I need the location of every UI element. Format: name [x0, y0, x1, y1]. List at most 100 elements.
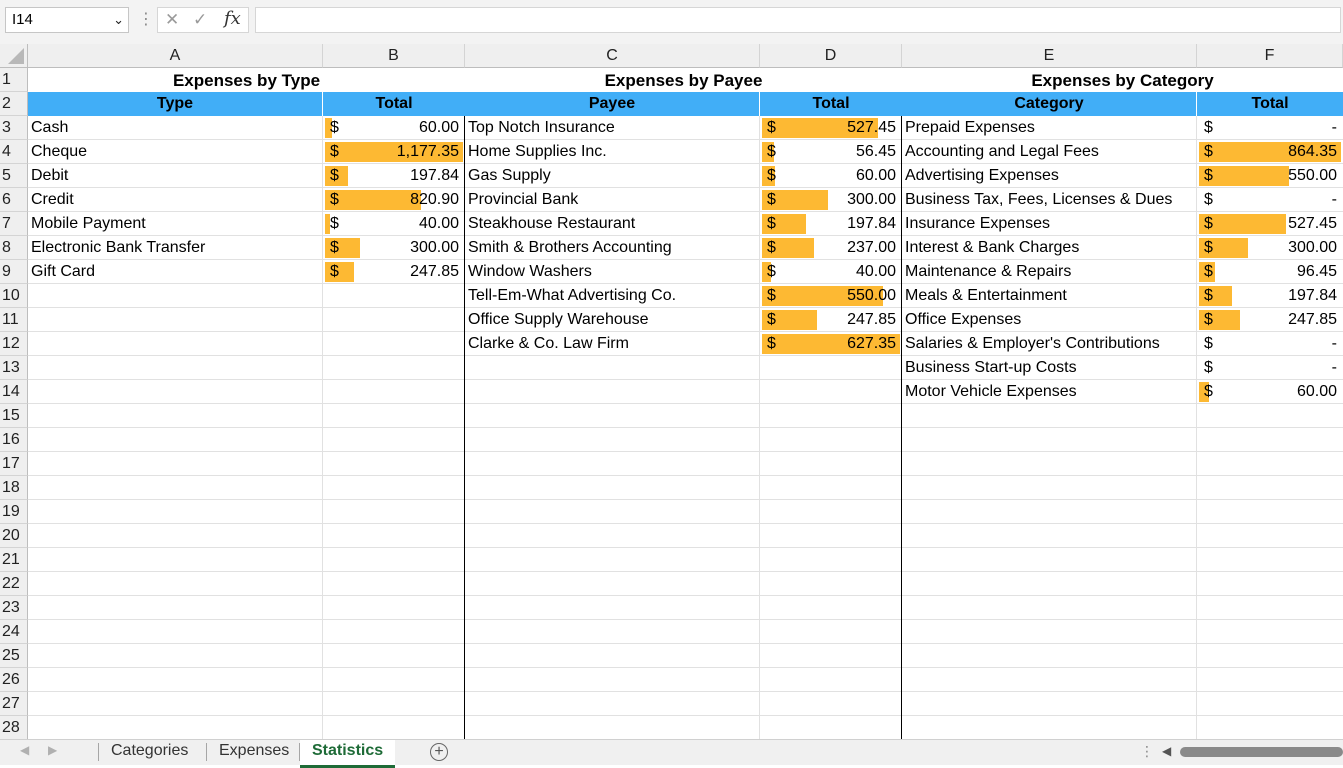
payee-cell[interactable]: Smith & Brothers Accounting	[465, 236, 760, 260]
total-cell[interactable]: $40.00	[760, 260, 902, 284]
chevron-down-icon[interactable]: ⌄	[113, 8, 124, 32]
insert-function-icon[interactable]: fx	[224, 8, 241, 29]
total-cell[interactable]: $60.00	[1197, 380, 1343, 404]
column-header-c[interactable]: C	[465, 44, 760, 68]
total-cell[interactable]: $197.84	[760, 212, 902, 236]
tab-expenses[interactable]: Expenses	[207, 740, 301, 765]
row-header-25[interactable]: 25	[0, 644, 28, 668]
column-header-b[interactable]: B	[323, 44, 465, 68]
column-header-f[interactable]: F	[1197, 44, 1343, 68]
row-header-23[interactable]: 23	[0, 596, 28, 620]
category-cell[interactable]: Prepaid Expenses	[902, 116, 1197, 140]
total-cell[interactable]: $ -	[1197, 116, 1343, 140]
total-cell[interactable]: $237.00	[760, 236, 902, 260]
row-header-18[interactable]: 18	[0, 476, 28, 500]
select-all-button[interactable]	[0, 44, 28, 68]
category-cell[interactable]: Motor Vehicle Expenses	[902, 380, 1197, 404]
type-cell[interactable]: Mobile Payment	[28, 212, 323, 236]
total-cell[interactable]: $247.85	[1197, 308, 1343, 332]
category-cell[interactable]: Salaries & Employer's Contributions	[902, 332, 1197, 356]
total-cell[interactable]: $60.00	[760, 164, 902, 188]
row-header-5[interactable]: 5	[0, 164, 28, 188]
row-header-13[interactable]: 13	[0, 356, 28, 380]
scroll-left-icon[interactable]: ◀	[1162, 744, 1171, 758]
row-header-1[interactable]: 1	[0, 68, 28, 92]
row-header-16[interactable]: 16	[0, 428, 28, 452]
row-header-4[interactable]: 4	[0, 140, 28, 164]
row-header-26[interactable]: 26	[0, 668, 28, 692]
total-cell[interactable]: $96.45	[1197, 260, 1343, 284]
total-cell[interactable]: $60.00	[323, 116, 465, 140]
row-header-14[interactable]: 14	[0, 380, 28, 404]
formula-input[interactable]	[255, 7, 1341, 33]
total-cell[interactable]: $300.00	[1197, 236, 1343, 260]
tab-statistics[interactable]: Statistics	[300, 740, 396, 768]
payee-cell[interactable]: Provincial Bank	[465, 188, 760, 212]
category-cell[interactable]: Insurance Expenses	[902, 212, 1197, 236]
scrollbar-splitter-icon[interactable]: ⋮	[1140, 743, 1154, 760]
payee-cell[interactable]: Gas Supply	[465, 164, 760, 188]
row-header-20[interactable]: 20	[0, 524, 28, 548]
total-cell[interactable]: $197.84	[323, 164, 465, 188]
column-header-d[interactable]: D	[760, 44, 902, 68]
total-cell[interactable]: $247.85	[323, 260, 465, 284]
total-cell[interactable]: $864.35	[1197, 140, 1343, 164]
type-cell[interactable]: Cheque	[28, 140, 323, 164]
horizontal-scrollbar[interactable]	[1180, 747, 1343, 757]
payee-cell[interactable]: Home Supplies Inc.	[465, 140, 760, 164]
category-cell[interactable]: Advertising Expenses	[902, 164, 1197, 188]
row-header-11[interactable]: 11	[0, 308, 28, 332]
name-box[interactable]: I14 ⌄	[5, 7, 129, 33]
total-cell[interactable]: $527.45	[760, 116, 902, 140]
row-header-27[interactable]: 27	[0, 692, 28, 716]
total-cell[interactable]: $1,177.35	[323, 140, 465, 164]
category-cell[interactable]: Office Expenses	[902, 308, 1197, 332]
row-header-2[interactable]: 2	[0, 92, 28, 116]
total-cell[interactable]: $550.00	[1197, 164, 1343, 188]
total-cell[interactable]: $300.00	[323, 236, 465, 260]
category-cell[interactable]: Accounting and Legal Fees	[902, 140, 1197, 164]
total-cell[interactable]: $197.84	[1197, 284, 1343, 308]
row-header-12[interactable]: 12	[0, 332, 28, 356]
row-header-9[interactable]: 9	[0, 260, 28, 284]
enter-icon[interactable]: ✓	[193, 10, 207, 30]
row-header-3[interactable]: 3	[0, 116, 28, 140]
total-cell[interactable]: $ -	[1197, 188, 1343, 212]
type-cell[interactable]: Cash	[28, 116, 323, 140]
scroll-tabs-left-icon[interactable]: ◀	[20, 743, 29, 757]
row-header-8[interactable]: 8	[0, 236, 28, 260]
row-header-22[interactable]: 22	[0, 572, 28, 596]
row-header-15[interactable]: 15	[0, 404, 28, 428]
cancel-icon[interactable]: ✕	[165, 10, 179, 30]
payee-cell[interactable]: Top Notch Insurance	[465, 116, 760, 140]
category-cell[interactable]: Meals & Entertainment	[902, 284, 1197, 308]
total-cell[interactable]: $40.00	[323, 212, 465, 236]
scroll-tabs-right-icon[interactable]: ▶	[48, 743, 57, 757]
row-header-19[interactable]: 19	[0, 500, 28, 524]
row-header-7[interactable]: 7	[0, 212, 28, 236]
payee-cell[interactable]: Steakhouse Restaurant	[465, 212, 760, 236]
row-header-21[interactable]: 21	[0, 548, 28, 572]
type-cell[interactable]: Electronic Bank Transfer	[28, 236, 323, 260]
total-cell[interactable]: $527.45	[1197, 212, 1343, 236]
row-header-24[interactable]: 24	[0, 620, 28, 644]
total-cell[interactable]: $ -	[1197, 356, 1343, 380]
row-header-6[interactable]: 6	[0, 188, 28, 212]
total-cell[interactable]: $300.00	[760, 188, 902, 212]
payee-cell[interactable]: Office Supply Warehouse	[465, 308, 760, 332]
row-header-17[interactable]: 17	[0, 452, 28, 476]
column-header-a[interactable]: A	[28, 44, 323, 68]
row-header-10[interactable]: 10	[0, 284, 28, 308]
total-cell[interactable]: $56.45	[760, 140, 902, 164]
category-cell[interactable]: Maintenance & Repairs	[902, 260, 1197, 284]
total-cell[interactable]: $247.85	[760, 308, 902, 332]
total-cell[interactable]: $550.00	[760, 284, 902, 308]
type-cell[interactable]: Credit	[28, 188, 323, 212]
payee-cell[interactable]: Tell-Em-What Advertising Co.	[465, 284, 760, 308]
type-cell[interactable]: Debit	[28, 164, 323, 188]
column-header-e[interactable]: E	[902, 44, 1197, 68]
payee-cell[interactable]: Clarke & Co. Law Firm	[465, 332, 760, 356]
total-cell[interactable]: $820.90	[323, 188, 465, 212]
row-header-28[interactable]: 28	[0, 716, 28, 739]
total-cell[interactable]: $ -	[1197, 332, 1343, 356]
